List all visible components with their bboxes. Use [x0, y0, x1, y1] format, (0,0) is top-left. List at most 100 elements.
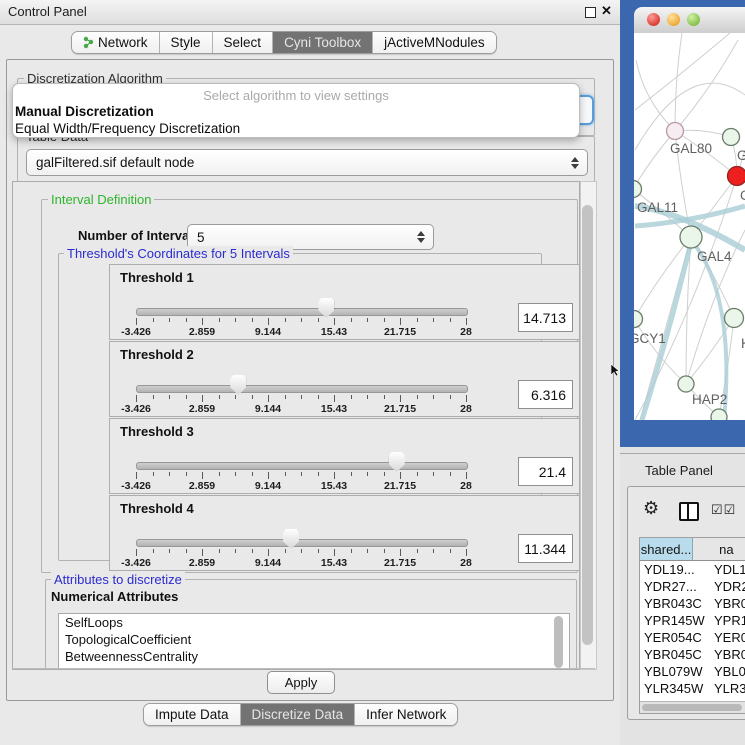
control-panel-titlebar: Control Panel ✕	[0, 0, 620, 25]
tick-label: 2.859	[189, 403, 215, 415]
close-icon[interactable]: ✕	[601, 3, 612, 19]
node-label: GAL80	[670, 141, 712, 156]
network-node[interactable]	[723, 129, 740, 146]
tick-label: 21.715	[384, 480, 416, 492]
attributes-group: Attributes to discretize Numerical Attri…	[45, 579, 577, 670]
table-cell: YBR0	[710, 596, 745, 611]
threshold-panel-4: Threshold 4-3.4262.8599.14415.4321.71528…	[109, 495, 580, 571]
tab-discretize-data[interactable]: Discretize Data	[241, 704, 356, 725]
table-row[interactable]: YBR045CYBR0	[640, 646, 745, 663]
table-cell: YDR2	[710, 579, 745, 594]
threshold-label: Threshold 1	[120, 270, 194, 285]
numerical-attributes-list[interactable]: SelfLoopsTopologicalCoefficientBetweenne…	[58, 613, 570, 670]
network-edge	[636, 60, 675, 131]
table-cell: YPR1	[710, 613, 745, 628]
network-edge	[634, 131, 675, 189]
top-tab-bar: NetworkStyleSelect Cyni Toolbox jActiveMNo…	[71, 31, 497, 54]
mac-close-icon[interactable]	[647, 13, 660, 26]
network-node[interactable]	[725, 309, 744, 328]
attributes-group-title: Attributes to discretize	[51, 572, 185, 587]
node-label: HAP2	[692, 392, 727, 407]
table-row[interactable]: YDL19...YDL1	[640, 561, 745, 578]
table-horizontal-scrollbar[interactable]	[640, 701, 745, 713]
mac-zoom-icon[interactable]	[687, 13, 700, 26]
float-window-icon[interactable]	[585, 7, 596, 18]
node-label: GAL4	[697, 249, 732, 264]
tick-label: 21.715	[384, 403, 416, 415]
table-cell: YBL0	[710, 664, 745, 679]
tab-style[interactable]: Style	[160, 32, 213, 53]
tab-network[interactable]: Network	[72, 32, 160, 53]
gear-icon[interactable]: ⚙	[643, 498, 659, 519]
settings-scroll-area: Interval Definition Number of Intervals …	[12, 181, 580, 670]
threshold-label: Threshold 2	[120, 347, 194, 362]
slider-track[interactable]	[136, 308, 468, 316]
slider-track[interactable]	[136, 385, 468, 393]
network-window-titlebar[interactable]	[634, 7, 745, 34]
table-row[interactable]: YBR043CYBR0	[640, 595, 745, 612]
mac-minimize-icon[interactable]	[667, 13, 680, 26]
threshold-label: Threshold 4	[120, 501, 194, 516]
attribute-list-item[interactable]: SelfLoops	[59, 614, 569, 631]
column-header[interactable]: na	[693, 538, 745, 560]
tab-jactivemnodules[interactable]: jActiveMNodules	[373, 32, 496, 53]
threshold-panel-2: Threshold 2-3.4262.8599.14415.4321.71528…	[109, 341, 580, 417]
threshold-value-field[interactable]: 14.713	[518, 303, 573, 332]
apply-button[interactable]: Apply	[267, 671, 335, 694]
table-row[interactable]: YPR145WYPR1	[640, 612, 745, 629]
scrollbar-thumb[interactable]	[642, 704, 742, 711]
table-row[interactable]: YBL079WYBL0	[640, 663, 745, 680]
table-cell: YBR043C	[640, 596, 710, 611]
algorithm-option[interactable]: Equal Width/Frequency Discretization	[13, 120, 579, 137]
slider-track[interactable]	[136, 462, 468, 470]
network-node[interactable]	[711, 409, 727, 420]
threshold-value-field[interactable]: 21.4	[518, 457, 573, 486]
attribute-list-item[interactable]: BetweennessCentrality	[59, 648, 569, 665]
column-header[interactable]: shared...	[640, 538, 693, 560]
panel-title: Control Panel	[8, 4, 87, 19]
attribute-list-item[interactable]: TopologicalCoefficient	[59, 631, 569, 648]
tick-label: 9.144	[255, 403, 281, 415]
tab-label: Discretize Data	[252, 707, 344, 722]
table-cell: YER0	[710, 630, 745, 645]
tab-label: Infer Network	[366, 707, 446, 722]
interval-definition-title: Interval Definition	[48, 192, 154, 207]
table-header-row: shared...na	[640, 538, 745, 561]
network-icon	[83, 36, 94, 49]
tick-label: -3.426	[121, 326, 151, 338]
slider-ticks	[136, 395, 466, 403]
tab-select[interactable]: Select	[213, 32, 274, 53]
attributes-list-scrollbar[interactable]	[554, 616, 563, 668]
settings-vertical-scrollbar[interactable]	[580, 181, 597, 670]
network-node[interactable]	[680, 226, 702, 248]
table-panel-header: Table Panel	[620, 453, 745, 485]
tab-label: Cyni Toolbox	[284, 35, 361, 50]
network-node[interactable]	[728, 167, 745, 186]
network-node[interactable]	[667, 123, 684, 140]
mouse-cursor	[611, 364, 621, 377]
network-node[interactable]	[634, 311, 643, 328]
threshold-value-field[interactable]: 11.344	[518, 534, 573, 563]
network-node[interactable]	[678, 376, 694, 392]
network-edge	[635, 33, 730, 110]
scrollbar-thumb[interactable]	[582, 205, 593, 645]
tick-label: 21.715	[384, 326, 416, 338]
table-row[interactable]: YLR345WYLR3	[640, 680, 745, 697]
tab-impute-data[interactable]: Impute Data	[144, 704, 241, 725]
tick-label: 15.43	[321, 326, 347, 338]
network-canvas[interactable]: GAL80GACGAL11GAL4GCY1HHAP2	[634, 33, 745, 420]
table-row[interactable]: YER054CYER0	[640, 629, 745, 646]
screen: Control Panel ✕ NetworkStyleSelect Cyni T…	[0, 0, 745, 745]
slider-track[interactable]	[136, 539, 468, 547]
tick-label: -3.426	[121, 403, 151, 415]
table-data-combo[interactable]: galFiltered.sif default node	[26, 149, 588, 176]
column-layout-icon[interactable]	[679, 502, 699, 521]
table-row[interactable]: YDR27...YDR2	[640, 578, 745, 595]
algorithm-option[interactable]: Manual Discretization	[13, 103, 579, 120]
node-attribute-table[interactable]: shared...na YDL19...YDL1YDR27...YDR2YBR0…	[639, 537, 745, 714]
tab-cyni-toolbox[interactable]: Cyni Toolbox	[273, 32, 373, 53]
tab-infer-network[interactable]: Infer Network	[355, 704, 457, 725]
select-columns-icons[interactable]: ☑☑	[711, 502, 736, 518]
algorithm-dropdown-popup: Select algorithm to view settings Manual…	[12, 83, 580, 138]
threshold-value-field[interactable]: 6.316	[518, 380, 573, 409]
